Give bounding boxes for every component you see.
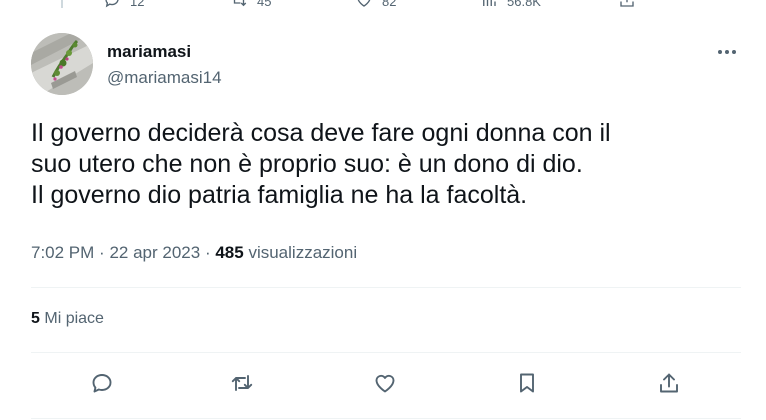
likes-label: Mi piace	[44, 310, 104, 327]
views-count: 485	[215, 243, 244, 262]
tweet-text-line: suo utero che non è proprio suo: è un do…	[31, 150, 583, 178]
tweet-metadata: 7:02 PM · 22 apr 2023 · 485 visualizzazi…	[31, 243, 357, 263]
tweet-date[interactable]: 22 apr 2023	[109, 243, 200, 262]
meta-separator: ·	[99, 243, 105, 262]
retweet-icon[interactable]	[230, 0, 248, 9]
likes-count: 5	[31, 310, 40, 327]
share-button[interactable]	[656, 370, 682, 396]
bookmark-button[interactable]	[514, 370, 540, 396]
views-count: 56.8K	[507, 0, 541, 9]
tweet-time[interactable]: 7:02 PM	[31, 243, 94, 262]
avatar-image	[31, 33, 93, 95]
views-label: visualizzazioni	[248, 243, 358, 262]
reply-count: 12	[130, 0, 145, 9]
retweet-button[interactable]	[229, 370, 255, 396]
likes-summary[interactable]: 5 Mi piace	[31, 310, 104, 328]
heart-icon[interactable]	[355, 0, 373, 9]
tweet-text-line: Il governo dio patria famiglia ne ha la …	[31, 181, 528, 209]
author-name[interactable]: mariamasi	[107, 42, 191, 62]
reply-icon[interactable]	[103, 0, 121, 9]
heart-icon	[375, 374, 395, 393]
retweet-icon	[231, 375, 253, 391]
bookmark-icon	[520, 373, 534, 393]
more-dots-icon	[718, 50, 722, 54]
thread-connector-line	[61, 0, 63, 8]
reply-button[interactable]	[89, 370, 115, 396]
author-handle[interactable]: @mariamasi14	[107, 68, 222, 88]
retweet-count: 45	[257, 0, 272, 9]
tweet-text-line: Il governo deciderà cosa deve fare ogni …	[31, 119, 611, 147]
like-button[interactable]	[372, 370, 398, 396]
divider	[31, 418, 741, 419]
like-count: 82	[382, 0, 397, 9]
share-icon[interactable]	[618, 0, 636, 9]
views-icon[interactable]	[480, 0, 498, 9]
meta-separator: ·	[204, 243, 211, 262]
more-options-button[interactable]	[714, 40, 740, 64]
reply-icon	[92, 374, 112, 393]
share-icon	[660, 373, 678, 393]
previous-tweet-action-bar: 12 45 82 56.8K	[0, 0, 766, 10]
avatar[interactable]	[31, 33, 93, 95]
tweet-text: Il governo deciderà cosa deve fare ogni …	[31, 118, 741, 211]
divider	[31, 352, 741, 353]
divider	[31, 287, 741, 288]
